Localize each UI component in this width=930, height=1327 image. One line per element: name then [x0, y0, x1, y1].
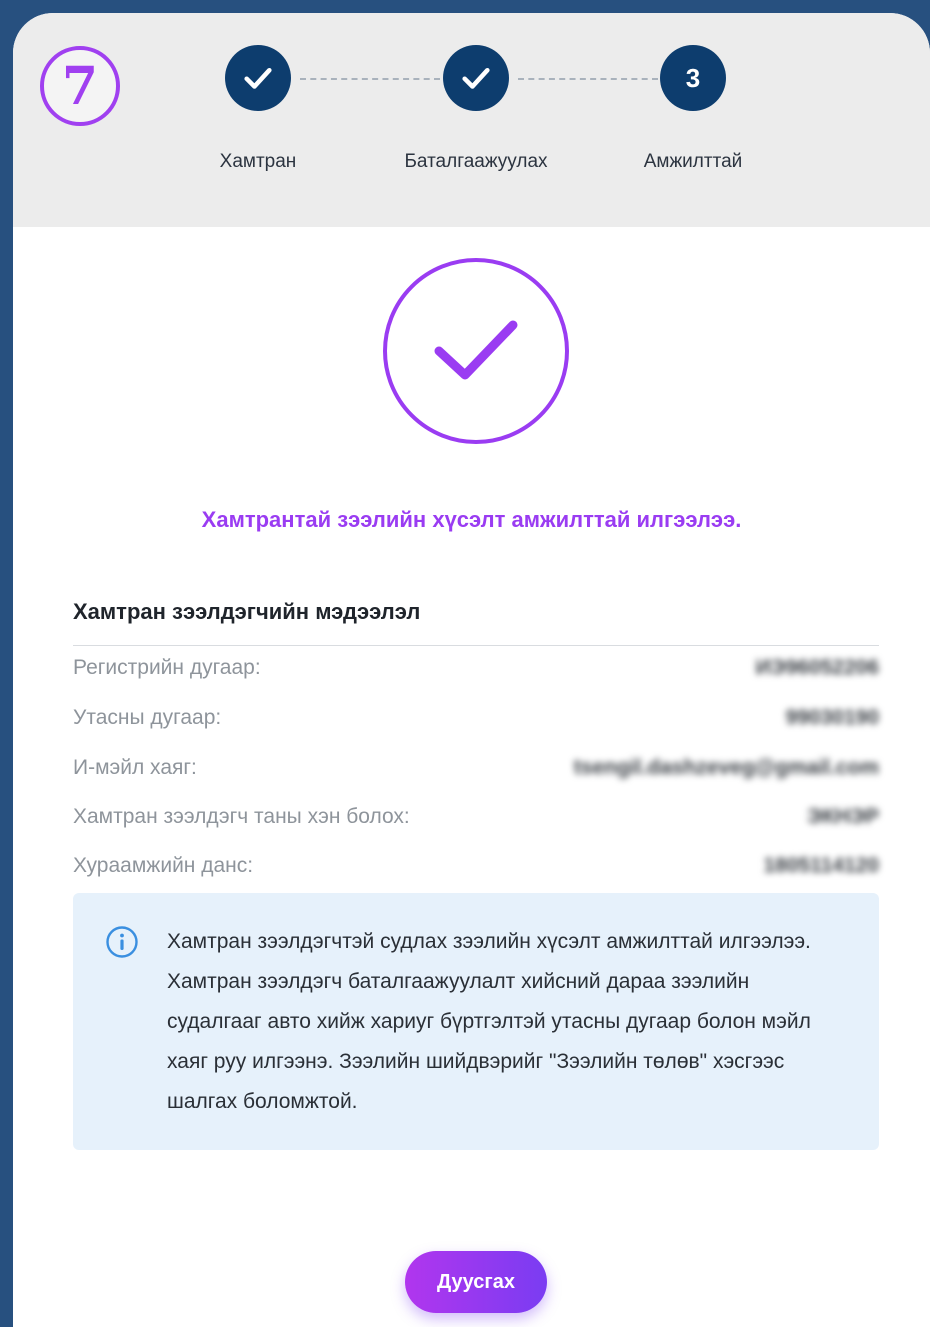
info-value: ИЭ96052206 [755, 656, 879, 679]
info-row-relation: Хамтран зээлдэгч таны хэн болох: ЭКНЭР [73, 802, 879, 832]
info-icon [106, 926, 138, 958]
info-label: Утасны дугаар: [73, 706, 222, 729]
info-row-register: Регистрийн дугаар: ИЭ96052206 [73, 653, 879, 683]
notice-text: Хамтран зээлдэгчтэй судлах зээлийн хүсэл… [167, 930, 811, 1113]
step-1-label: Хамтран [219, 151, 297, 172]
success-check-icon [383, 258, 569, 444]
info-value: tsengil.dashzeveg@gmail.com [573, 756, 879, 779]
info-row-phone: Утасны дугаар: 99030190 [73, 703, 879, 733]
step-2-label: Баталгаажуулах [404, 151, 548, 172]
info-label: И-мэйл хаяг: [73, 756, 197, 779]
step-1-check-icon [225, 45, 291, 111]
info-label: Регистрийн дугаар: [73, 656, 261, 679]
finish-button[interactable]: Дуусгах [405, 1251, 547, 1313]
info-label: Хураамжийн данс: [73, 854, 254, 877]
step-number-badge: 7 [40, 46, 120, 126]
info-row-fee-account: Хураамжийн данс: 1805114120 [73, 851, 879, 881]
info-value: 1805114120 [763, 854, 879, 877]
step-2-check-icon [443, 45, 509, 111]
step-3-label: Амжилттай [643, 151, 743, 172]
info-notice: Хамтран зээлдэгчтэй судлах зээлийн хүсэл… [73, 893, 879, 1150]
stepper-header: 7 3 Хамтран Баталгаажуулах Амжилттай [13, 13, 930, 227]
section-divider [73, 645, 879, 646]
step-connector-2 [518, 78, 658, 80]
success-message: Хамтрантай зээлийн хүсэлт амжилттай илгэ… [201, 507, 742, 532]
step-connector-1 [300, 78, 440, 80]
info-value: 99030190 [785, 706, 879, 729]
step-3-indicator: 3 [660, 45, 726, 111]
info-label: Хамтран зээлдэгч таны хэн болох: [73, 805, 410, 828]
result-card: 7 3 Хамтран Баталгаажуулах Амжилттай Хам… [13, 13, 930, 1327]
details-section-title: Хамтран зээлдэгчийн мэдээлэл [73, 599, 421, 624]
info-row-email: И-мэйл хаяг: tsengil.dashzeveg@gmail.com [73, 753, 879, 783]
info-value: ЭКНЭР [807, 805, 879, 828]
